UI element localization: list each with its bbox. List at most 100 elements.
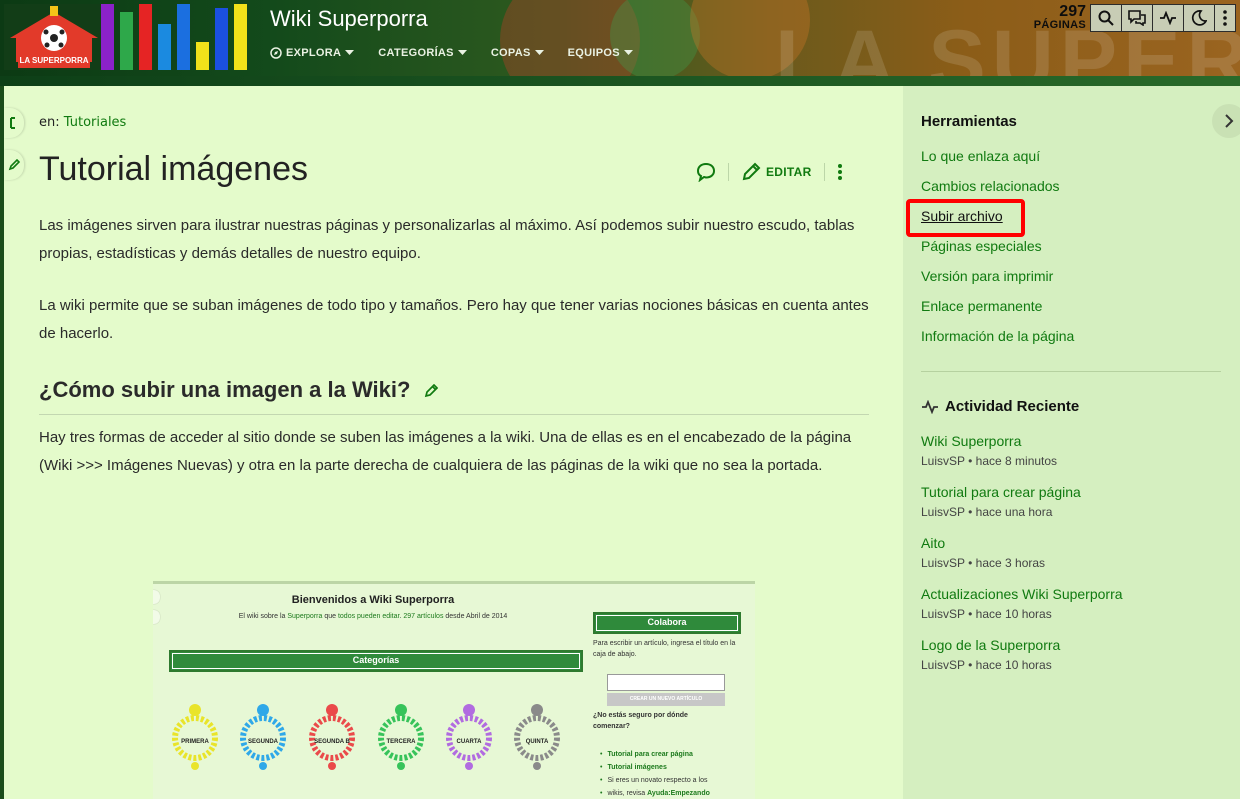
- pages-count-label: PÁGINAS: [1033, 19, 1086, 31]
- shot-title: Bienvenidos a Wiki Superporra: [291, 594, 455, 606]
- nav-categorias[interactable]: CATEGORÍAS: [378, 47, 467, 59]
- toc-toggle[interactable]: [4, 108, 24, 138]
- page-actions: EDITAR: [696, 162, 843, 182]
- wiki-title[interactable]: Wiki Superporra: [270, 6, 428, 32]
- activity-item-title[interactable]: Logo de la Superporra: [921, 637, 1060, 653]
- section-heading-text: ¿Cómo subir una imagen a la Wiki?: [39, 377, 411, 402]
- page-title: Tutorial imágenes: [39, 150, 308, 188]
- edit-button[interactable]: EDITAR: [741, 162, 812, 182]
- shot-list: Tutorial para crear página Tutorial imág…: [600, 748, 710, 799]
- more-vertical-icon: [837, 164, 842, 180]
- activity-item-meta: LuisvSP • hace 10 horas: [921, 607, 1052, 621]
- page-more-button[interactable]: [837, 163, 843, 181]
- nav-copas[interactable]: COPAS: [491, 47, 544, 59]
- dark-mode-button[interactable]: [1183, 4, 1215, 32]
- pencil-icon: [424, 383, 438, 398]
- activity-item-title[interactable]: Tutorial para crear página: [921, 484, 1081, 500]
- tool-informacion-pagina[interactable]: Información de la página: [921, 328, 1074, 344]
- breadcrumb-link-tutoriales[interactable]: Tutoriales: [64, 115, 127, 130]
- shot-list-item: Si eres un novato respecto a los: [600, 774, 710, 787]
- color-bars-logo: [101, 4, 251, 70]
- pages-count: 297 PÁGINAS: [1020, 4, 1086, 31]
- shot-create-button: CREAR UN NUEVO ARTÍCULO: [607, 693, 725, 706]
- more-button[interactable]: [1214, 4, 1236, 32]
- badge-segunda-b: [309, 704, 355, 770]
- activity-heading: Actividad Reciente: [921, 398, 1079, 415]
- sidebar-collapse-button[interactable]: [1212, 104, 1240, 138]
- compass-icon: [270, 47, 282, 59]
- badge-segunda: [240, 704, 286, 770]
- shot-list-link: Tutorial para crear página: [607, 751, 693, 758]
- section-edit-button[interactable]: [424, 383, 438, 402]
- shot-list-link: Tutorial imágenes: [607, 764, 667, 771]
- shot-unsure-text: ¿No estás seguro por dónde comenzar?: [593, 712, 688, 730]
- tool-cambios-relacionados[interactable]: Cambios relacionados: [921, 178, 1060, 194]
- side-edit-toggle[interactable]: [4, 150, 24, 180]
- badge-label: QUINTA: [525, 739, 549, 745]
- shot-input: [607, 674, 725, 691]
- comments-button[interactable]: [696, 162, 716, 182]
- tool-version-imprimir[interactable]: Versión para imprimir: [921, 268, 1053, 284]
- activity-button[interactable]: [1152, 4, 1184, 32]
- tool-paginas-especiales[interactable]: Páginas especiales: [921, 238, 1042, 254]
- shot-list-link: Ayuda:Empezando: [647, 790, 710, 797]
- section-heading: ¿Cómo subir una imagen a la Wiki?: [39, 377, 869, 415]
- badge-label: TERCERA: [386, 739, 416, 745]
- discussions-icon: [1128, 10, 1146, 26]
- activity-icon: [922, 399, 938, 414]
- activity-item-meta: LuisvSP • hace 3 horas: [921, 556, 1046, 570]
- chevron-down-icon: [457, 50, 467, 55]
- shot-collaborate-box: Colabora: [593, 612, 741, 634]
- search-icon: [1098, 10, 1114, 26]
- shot-sub-link: 297 artículos: [403, 613, 444, 620]
- tool-subir-archivo[interactable]: Subir archivo: [921, 208, 1003, 224]
- sidebar-separator: [921, 371, 1221, 372]
- nav-equipos[interactable]: EQUIPOS: [568, 47, 633, 59]
- pencil-icon: [8, 159, 20, 171]
- shot-sub-text: que: [322, 613, 338, 620]
- shot-list-item: wikis, revisa Ayuda:Empezando: [600, 787, 710, 799]
- badge-label: SEGUNDA: [247, 739, 278, 745]
- main-content: en: Tutoriales Tutorial imágenes EDITAR …: [0, 86, 903, 799]
- shot-collab-text: Para escribir un artículo, ingresa el tí…: [593, 640, 736, 658]
- nav-explora[interactable]: EXPLORA: [270, 47, 355, 59]
- activity-item-title[interactable]: Wiki Superporra: [921, 433, 1021, 449]
- activity-item-meta: LuisvSP • hace 10 horas: [921, 658, 1052, 672]
- badge-label: CUARTA: [456, 739, 482, 745]
- shot-sub-link: todos pueden editar: [337, 613, 400, 620]
- chevron-right-icon: [1225, 114, 1234, 128]
- nav-label: COPAS: [490, 47, 531, 59]
- chevron-down-icon: [345, 50, 355, 55]
- pages-count-number: 297: [1059, 3, 1086, 20]
- right-sidebar: Herramientas Lo que enlaza aquí Cambios …: [903, 86, 1240, 799]
- shot-list-item: Tutorial imágenes: [600, 761, 710, 774]
- breadcrumb: en: Tutoriales: [39, 115, 126, 130]
- badge-label: SEGUNDA B: [314, 739, 350, 745]
- header-decoration: [610, 0, 700, 80]
- activity-icon: [1160, 11, 1176, 25]
- activity-item-title[interactable]: Actualizaciones Wiki Superporra: [921, 586, 1123, 602]
- toc-icon: [10, 117, 15, 129]
- shot-list-text: wikis, revisa: [607, 790, 648, 797]
- search-button[interactable]: [1090, 4, 1122, 32]
- badge-label: PRIMERA: [181, 739, 209, 745]
- shot-subtitle: El wiki sobre la Superporra que todos pu…: [153, 613, 593, 620]
- tool-lo-que-enlaza-aqui[interactable]: Lo que enlaza aquí: [921, 148, 1040, 164]
- comment-icon: [696, 162, 716, 182]
- tutorial-screenshot: Bienvenidos a Wiki Superporra El wiki so…: [153, 581, 755, 799]
- info-paragraph: La wiki permite que se suban imágenes de…: [39, 297, 869, 342]
- tool-enlace-permanente[interactable]: Enlace permanente: [921, 298, 1042, 314]
- header-tools: [1090, 4, 1236, 32]
- pencil-icon: [742, 162, 761, 181]
- chevron-down-icon: [623, 50, 633, 55]
- intro-paragraph: Las imágenes sirven para ilustrar nuestr…: [39, 217, 855, 262]
- more-icon: [1223, 10, 1227, 26]
- activity-item-title[interactable]: Aito: [921, 535, 945, 551]
- discussions-button[interactable]: [1121, 4, 1153, 32]
- header-strip: [0, 76, 1240, 86]
- badge-tercera: [378, 704, 424, 770]
- nav-label: CATEGORÍAS: [378, 47, 454, 59]
- action-separator: [728, 163, 729, 181]
- activity-item-meta: LuisvSP • hace 8 minutos: [921, 454, 1058, 468]
- shot-sub-text: El wiki sobre la: [238, 613, 288, 620]
